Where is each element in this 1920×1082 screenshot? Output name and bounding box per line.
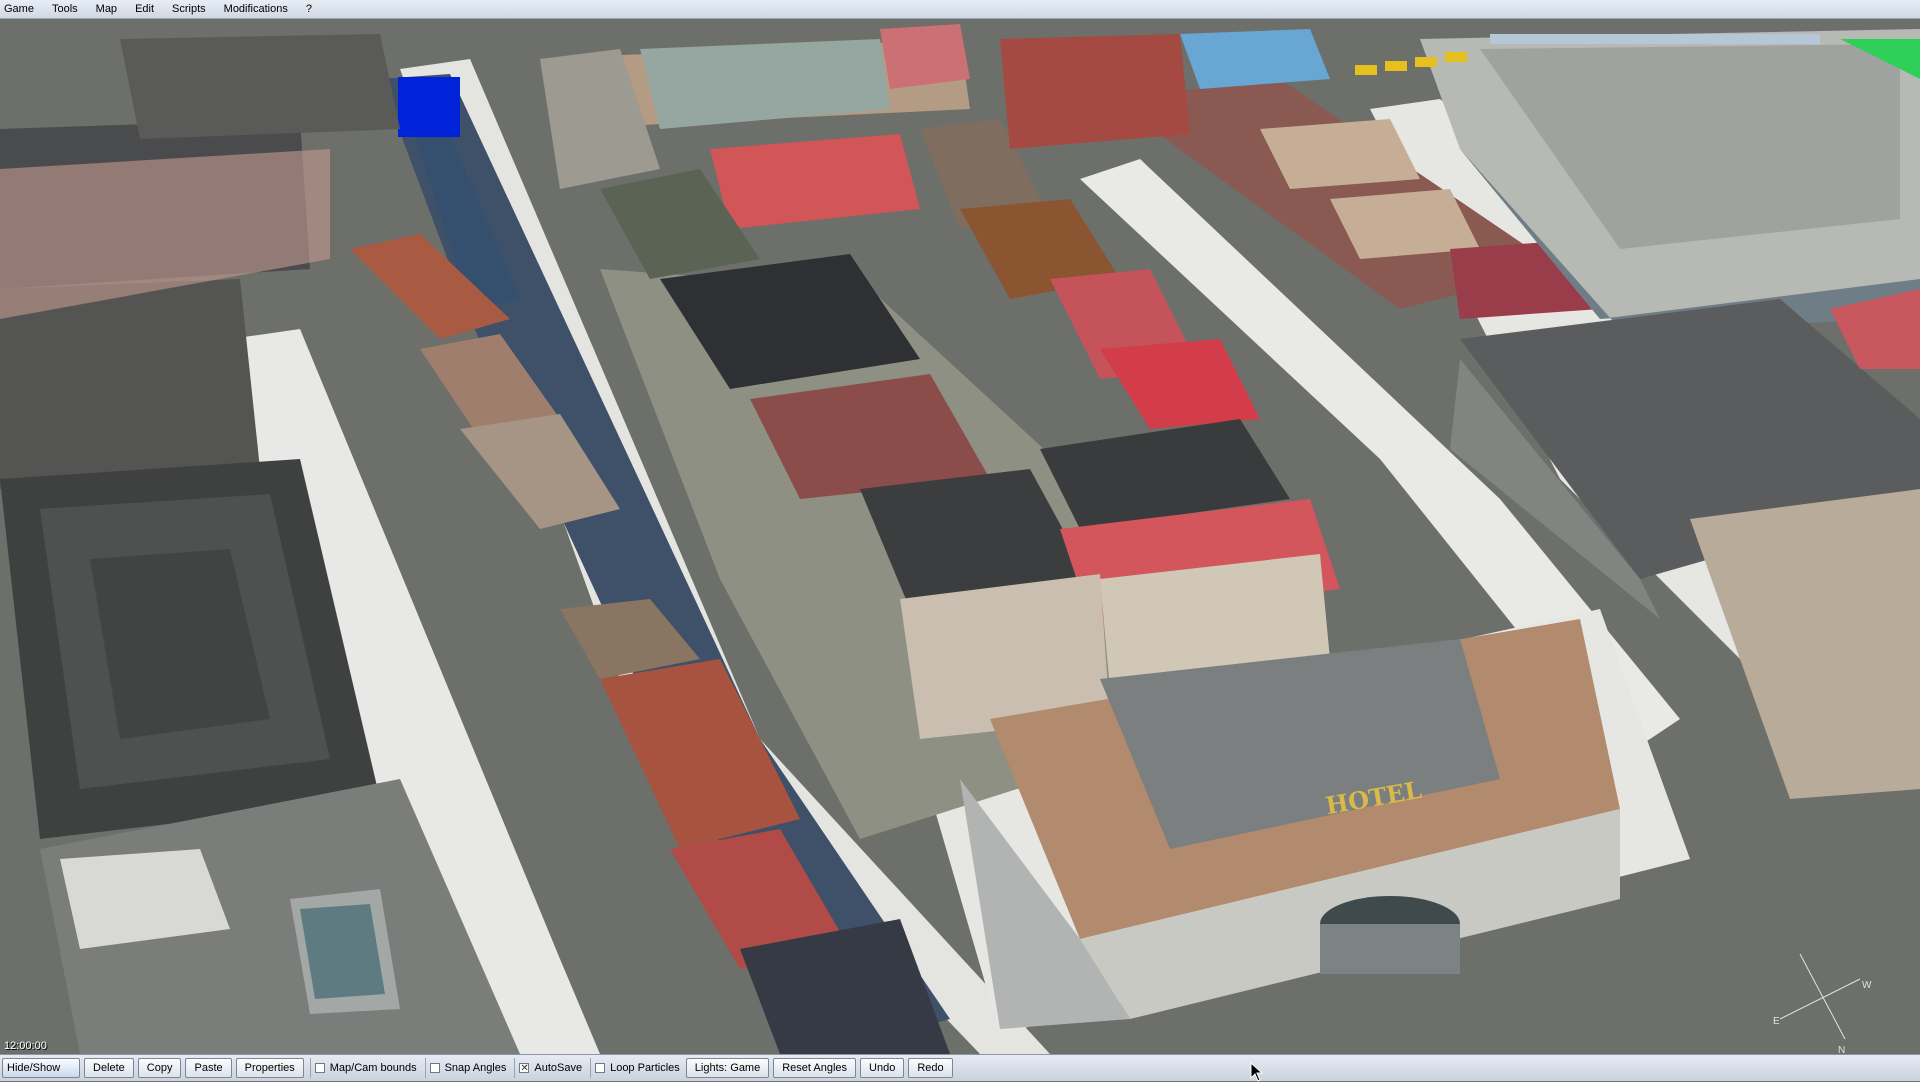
taxi [1355,65,1377,75]
compass-east: E [1773,1016,1780,1027]
menu-tools[interactable]: Tools [46,0,90,18]
menu-help[interactable]: ? [300,0,324,18]
loop-particles-checkbox[interactable] [595,1063,606,1073]
menu-bar: Game Tools Map Edit Scripts Modification… [0,0,1920,19]
menu-game[interactable]: Game [0,0,46,18]
autosave-label: AutoSave [534,1062,583,1074]
loop-particles-label: Loop Particles [610,1062,680,1074]
taxi [1415,57,1437,67]
city-scene: HOTEL N E W [0,19,1920,1054]
taxi [1385,61,1407,71]
blue-marker [398,77,460,137]
menu-modifications[interactable]: Modifications [218,0,300,18]
editor-toolbar: Hide/Show Delete Copy Paste Properties M… [0,1054,1920,1081]
redo-button[interactable]: Redo [908,1058,953,1078]
menu-map[interactable]: Map [90,0,129,18]
delete-button[interactable]: Delete [84,1058,134,1078]
properties-button[interactable]: Properties [235,1058,304,1078]
map-viewport[interactable]: HOTEL N E W [0,19,1920,1054]
glass-building [1180,29,1330,89]
menu-scripts[interactable]: Scripts [166,0,218,18]
compass-west: W [1862,980,1872,991]
paste-button[interactable]: Paste [185,1058,232,1078]
snap-angles-toggle[interactable]: Snap Angles [424,1058,507,1078]
reset-angles-button[interactable]: Reset Angles [773,1058,857,1078]
snap-angles-label: Snap Angles [444,1062,507,1074]
snap-angles-checkbox[interactable] [429,1063,440,1073]
menu-edit[interactable]: Edit [129,0,166,18]
map-cam-bounds-toggle[interactable]: Map/Cam bounds [309,1058,417,1078]
mouse-cursor-icon [1250,1062,1264,1082]
autosave-checkbox[interactable]: ✕ [519,1063,530,1074]
lights-button[interactable]: Lights: Game [685,1058,770,1078]
map-cam-bounds-checkbox[interactable] [314,1063,325,1073]
game-clock: 12:00:00 [4,1040,47,1052]
copy-button[interactable]: Copy [137,1058,182,1078]
loop-particles-toggle[interactable]: Loop Particles [590,1058,680,1078]
map-cam-bounds-label: Map/Cam bounds [329,1062,417,1074]
taxi [1445,52,1467,62]
autosave-toggle[interactable]: ✕ AutoSave [514,1058,582,1078]
compass-north: N [1838,1045,1845,1054]
hide-show-button[interactable]: Hide/Show [2,1058,80,1078]
undo-button[interactable]: Undo [860,1058,905,1078]
